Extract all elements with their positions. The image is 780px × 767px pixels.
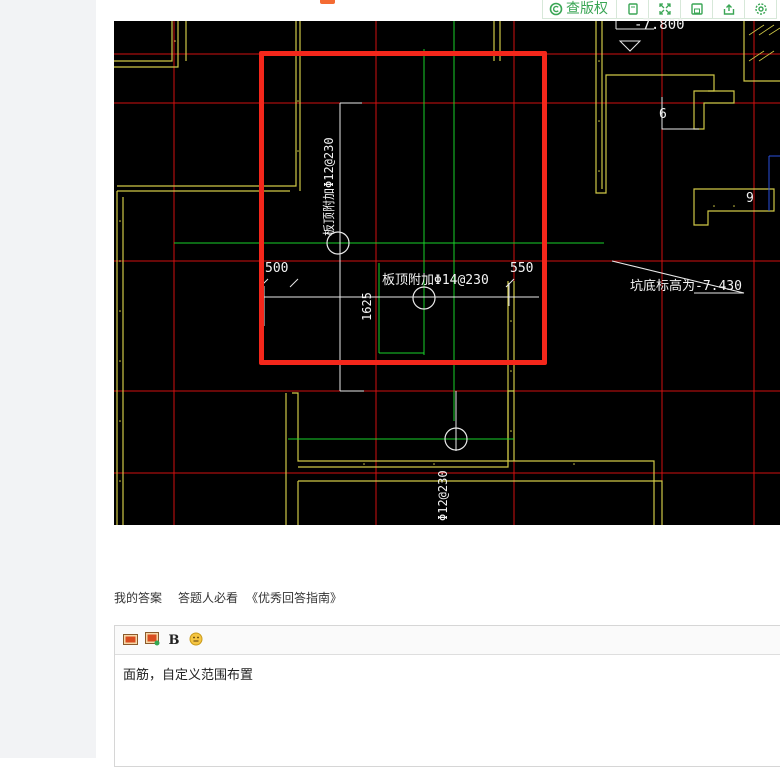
mark-6-label: 6: [659, 107, 667, 122]
rebar-vertical-bottom-label: Φ12@230: [436, 470, 450, 521]
insert-image-button[interactable]: [122, 632, 138, 648]
editor-content[interactable]: 面筋，自定义范围布置: [115, 655, 780, 697]
answer-editor[interactable]: B 面筋，自定义范围布置: [114, 625, 780, 767]
share-button[interactable]: [712, 0, 745, 19]
share-icon: [722, 2, 736, 16]
copy-icon: [626, 2, 640, 16]
copyright-check-button[interactable]: 查版权: [542, 0, 617, 19]
save-button[interactable]: [680, 0, 713, 19]
bold-button[interactable]: B: [166, 632, 182, 648]
my-answer-link[interactable]: 我的答案: [114, 590, 162, 606]
emoji-button[interactable]: [188, 632, 204, 648]
upload-image-icon: [144, 631, 160, 650]
notification-tab[interactable]: [320, 0, 335, 4]
must-read-link[interactable]: 答题人必看: [178, 590, 238, 606]
pit-elevation-label: 坑底标高为-7.430: [630, 279, 742, 294]
bold-icon: B: [168, 632, 180, 648]
copyright-check-label: 查版权: [566, 1, 608, 17]
answer-links: 我的答案 答题人必看 《优秀回答指南》: [114, 590, 342, 606]
red-highlight-box: [259, 51, 547, 365]
settings-icon: [754, 2, 768, 16]
search-copyright-icon: [549, 2, 563, 16]
mark-9-label: 9: [746, 191, 754, 206]
fullscreen-icon: [658, 2, 672, 16]
insert-image-icon: [122, 631, 138, 650]
elevation-top-label: -7.800: [634, 17, 685, 33]
cad-drawing: -7.800 板顶附加Φ12@230 板顶附加Φ14@230 500 550 1…: [114, 17, 780, 525]
editor-toolbar: B: [115, 626, 780, 655]
answer-guide-link[interactable]: 《优秀回答指南》: [246, 590, 342, 606]
emoji-icon: [189, 631, 203, 650]
upload-image-button[interactable]: [144, 631, 160, 650]
save-icon: [690, 2, 704, 16]
left-gutter: [0, 0, 96, 758]
settings-button[interactable]: [744, 0, 777, 19]
